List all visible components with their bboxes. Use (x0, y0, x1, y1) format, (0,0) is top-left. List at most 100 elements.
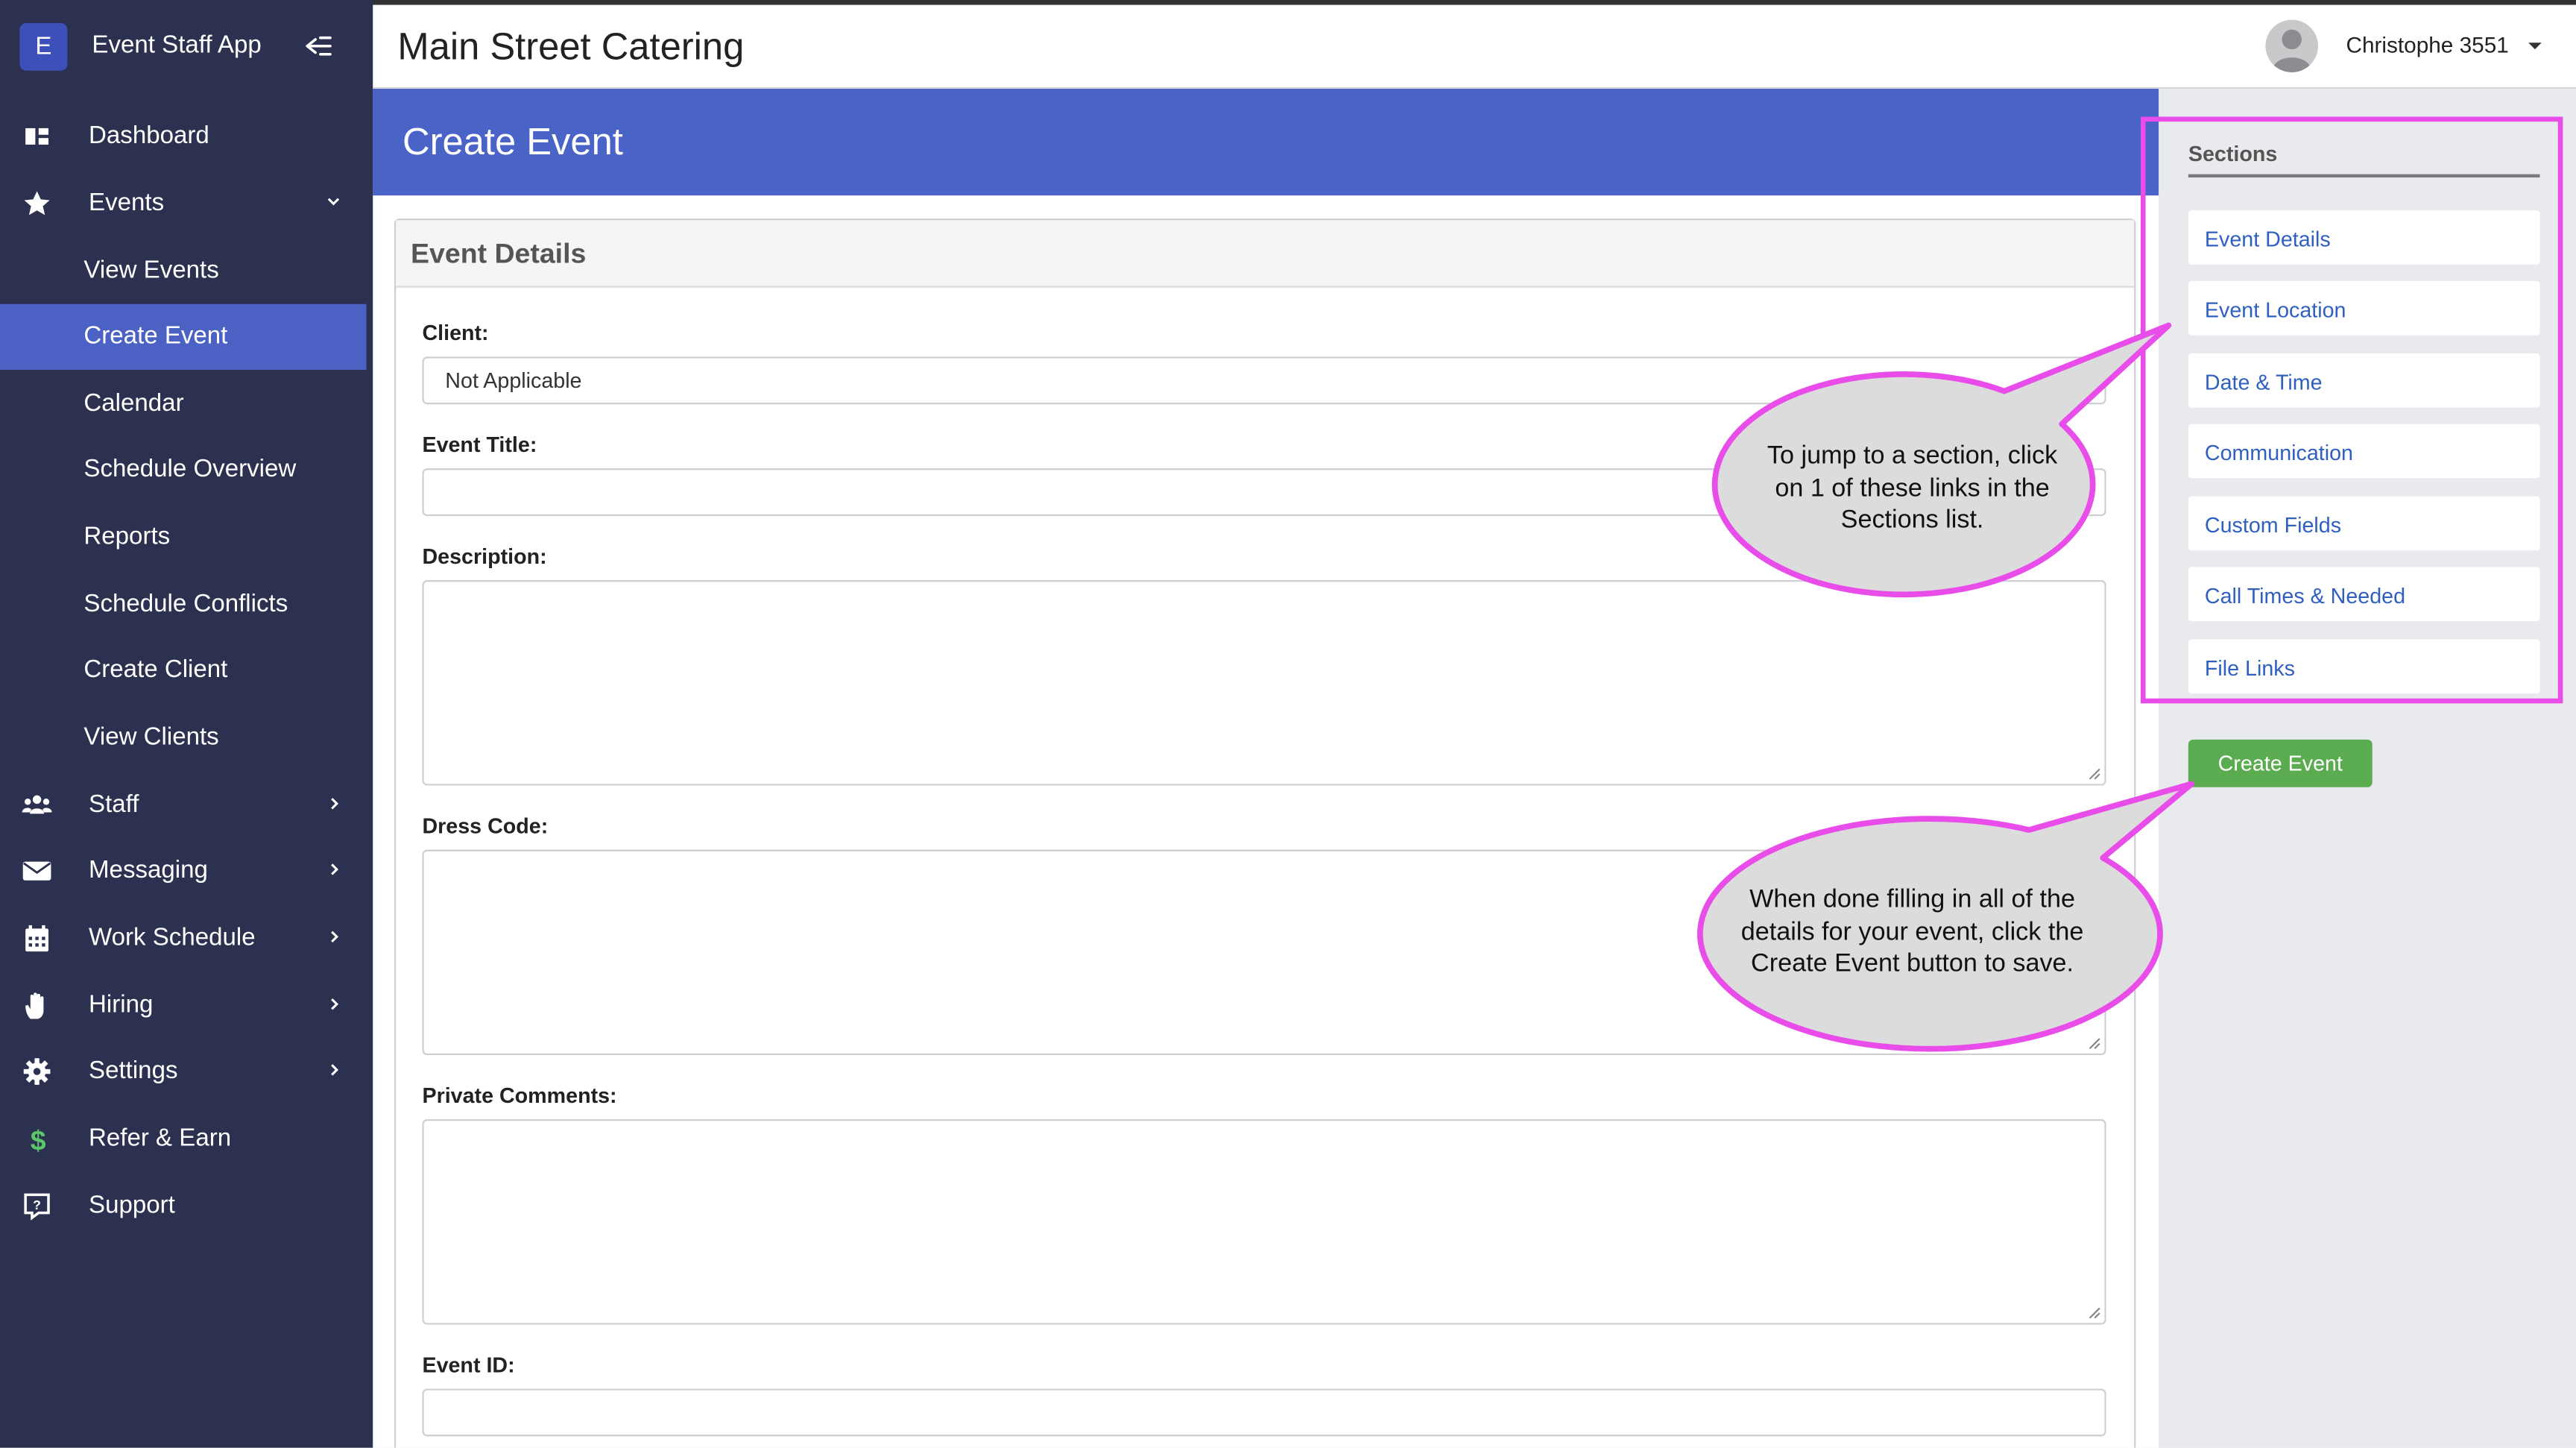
dress-code-label: Dress Code: (422, 813, 549, 839)
description-label: Description: (422, 544, 547, 569)
sidebar-item-label: Messaging (89, 856, 208, 884)
sidebar-item-calendar[interactable]: Calendar (0, 371, 367, 437)
sidebar-item-schedule-overview[interactable]: Schedule Overview (0, 437, 367, 503)
section-link-event-location[interactable]: Event Location (2188, 280, 2540, 336)
brand-name[interactable]: Event Staff App (92, 31, 261, 59)
section-link-call-times[interactable]: Call Times & Needed (2188, 567, 2540, 622)
callout-line: on 1 of these links in the (1775, 473, 2050, 503)
sidebar-item-events[interactable]: Events (0, 171, 367, 236)
page-title: Create Event (402, 119, 623, 163)
callout-line: To jump to a section, click (1767, 441, 2058, 470)
user-name[interactable]: Christophe 3551 (2346, 33, 2508, 57)
card-title: Event Details (411, 238, 587, 270)
sidebar-item-label: Schedule Overview (83, 455, 297, 484)
section-link-communication[interactable]: Communication (2188, 424, 2540, 479)
event-title-label: Event Title: (422, 432, 537, 457)
chevron-right-icon (331, 998, 339, 1010)
section-link-label: Custom Fields (2204, 512, 2342, 538)
sidebar-item-label: Work Schedule (89, 923, 256, 952)
callout-sections-text: To jump to a section, click on 1 of thes… (1731, 441, 2093, 537)
callout-line: Create Event button to save. (1751, 949, 2074, 978)
avatar[interactable] (2265, 19, 2318, 72)
callout-line: details for your event, click the (1740, 917, 2084, 946)
star-icon (24, 191, 50, 215)
hand-icon (25, 992, 44, 1019)
sidebar-item-label: Refer & Earn (89, 1124, 232, 1153)
user-icon (2272, 29, 2312, 72)
callout-create-text: When done filling in all of the details … (1699, 884, 2126, 980)
sidebar-item-reports[interactable]: Reports (0, 505, 367, 570)
support-icon: ? (24, 1193, 50, 1221)
sidebar-item-support[interactable]: ? Support (0, 1174, 367, 1239)
event-id-input[interactable] (422, 1388, 2106, 1437)
sidebar-item-label: Dashboard (89, 122, 209, 150)
resize-handle-icon[interactable] (2088, 1306, 2101, 1320)
sidebar-item-label: Support (89, 1191, 175, 1220)
sidebar-item-create-client[interactable]: Create Client (0, 638, 367, 703)
sidebar-item-label: Create Client (83, 655, 228, 684)
top-header: Main Street Catering Christophe 3551 (373, 4, 2576, 89)
sidebar-item-view-clients[interactable]: View Clients (0, 705, 367, 771)
gear-icon (23, 1058, 51, 1085)
chevron-right-icon (331, 798, 339, 810)
dashboard-icon (25, 128, 49, 145)
sidebar-item-label: View Clients (83, 723, 219, 752)
section-link-label: Event Details (2204, 227, 2331, 252)
sidebar-item-label: View Events (83, 256, 219, 285)
sidebar-item-hiring[interactable]: Hiring (0, 973, 367, 1039)
calendar-icon (25, 925, 49, 952)
collapse-sidebar-icon[interactable] (303, 30, 335, 63)
brand-logo[interactable]: E (19, 22, 68, 71)
description-textarea[interactable] (422, 580, 2106, 786)
sidebar-item-label: Events (89, 189, 165, 217)
dollar-icon: $ (31, 1124, 46, 1154)
callout-line: When done filling in all of the (1749, 886, 2075, 914)
sidebar-item-label: Reports (83, 522, 171, 551)
event-id-label: Event ID: (422, 1352, 515, 1378)
section-link-label: Call Times & Needed (2204, 583, 2406, 608)
sidebar-item-schedule-conflicts[interactable]: Schedule Conflicts (0, 572, 367, 638)
section-link-label: Communication (2204, 440, 2353, 465)
event-details-card: Event Details Client: Event Title: Descr… (394, 218, 2136, 1448)
section-link-file-links[interactable]: File Links (2188, 639, 2540, 694)
sidebar-item-label: Create Event (83, 322, 228, 350)
sidebar-item-label: Staff (89, 790, 139, 819)
section-link-custom-fields[interactable]: Custom Fields (2188, 496, 2540, 551)
caret-down-icon[interactable] (2527, 40, 2543, 53)
sidebar-item-messaging[interactable]: Messaging (0, 838, 367, 904)
brand: E Event Staff App (0, 0, 373, 94)
section-link-label: Date & Time (2204, 369, 2323, 394)
section-link-event-details[interactable]: Event Details (2188, 210, 2540, 265)
sidebar: E Event Staff App Dashboard Events View … (0, 0, 373, 1448)
sidebar-item-view-events[interactable]: View Events (0, 239, 367, 304)
sidebar-item-create-event[interactable]: Create Event (0, 303, 367, 370)
sidebar-item-label: Hiring (89, 991, 154, 1019)
users-icon (22, 795, 52, 814)
sidebar-item-label: Calendar (83, 389, 184, 418)
sidebar-item-staff[interactable]: Staff (0, 772, 367, 838)
sidebar-item-label: Settings (89, 1057, 178, 1085)
section-link-label: File Links (2204, 655, 2295, 681)
sidebar-item-dashboard[interactable]: Dashboard (0, 104, 367, 169)
private-comments-textarea[interactable] (422, 1118, 2106, 1325)
chevron-right-icon (331, 1064, 339, 1076)
resize-handle-icon[interactable] (2088, 1037, 2101, 1051)
svg-text:$: $ (31, 1124, 46, 1154)
sections-heading: Sections (2188, 141, 2278, 166)
section-link-label: Event Location (2204, 297, 2346, 323)
company-name: Main Street Catering (397, 25, 745, 68)
client-select[interactable] (422, 356, 2106, 405)
envelope-icon (22, 861, 51, 881)
page-header: Create Event (373, 89, 2159, 196)
sidebar-item-refer-earn[interactable]: $ Refer & Earn (0, 1106, 367, 1171)
sidebar-item-settings[interactable]: Settings (0, 1039, 367, 1104)
card-header: Event Details (396, 220, 2135, 288)
create-event-button[interactable]: Create Event (2188, 739, 2373, 787)
resize-handle-icon[interactable] (2088, 767, 2101, 781)
client-label: Client: (422, 320, 489, 345)
private-comments-label: Private Comments: (422, 1083, 617, 1108)
section-link-date-time[interactable]: Date & Time (2188, 353, 2540, 408)
sidebar-item-work-schedule[interactable]: Work Schedule (0, 905, 367, 971)
chevron-right-icon (331, 931, 339, 943)
chevron-down-icon (327, 198, 340, 206)
